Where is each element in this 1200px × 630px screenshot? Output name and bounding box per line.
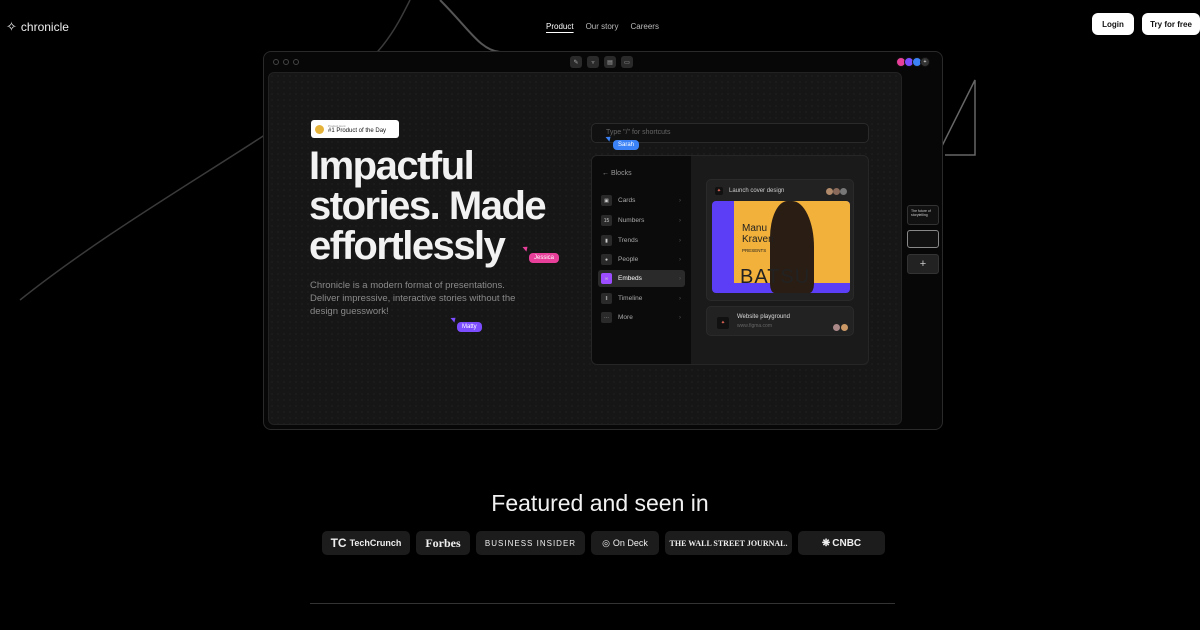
person-icon: ● — [601, 254, 612, 265]
cursor-label-jessica: Jessica — [529, 253, 560, 263]
poster-title: BATSU — [740, 266, 811, 288]
window-controls — [273, 59, 299, 65]
figma-icon: ✦ — [715, 187, 723, 195]
try-for-free-button[interactable]: Try for free — [1142, 13, 1200, 35]
slide-thumbnail[interactable]: The future of storytelling — [907, 205, 939, 225]
divider — [310, 603, 895, 604]
logo-text: chronicle — [20, 20, 69, 34]
chevron-right-icon: › — [679, 217, 681, 224]
chevron-right-icon: › — [679, 256, 681, 263]
embed-card-website[interactable]: ✦ Website playground www.figma.com — [706, 306, 854, 336]
main-nav: Product Our story Careers — [546, 22, 659, 31]
nav-link-product[interactable]: Product — [546, 22, 574, 31]
card-title: Launch cover design — [729, 188, 785, 194]
hero-headline: Impactful stories. Made effortlessly — [309, 146, 569, 266]
slide-thumbnail-active[interactable] — [907, 230, 939, 248]
headline-line-2: stories. Made — [309, 184, 547, 228]
logo-wall-street-journal[interactable]: THE WALL STREET JOURNAL. — [665, 531, 792, 555]
bar-chart-icon: ▮ — [601, 235, 612, 246]
block-item-numbers[interactable]: 15 Numbers › — [598, 212, 685, 229]
avatar — [840, 188, 847, 195]
block-item-cards[interactable]: ▣ Cards › — [598, 192, 685, 209]
avatar — [833, 188, 840, 195]
logo[interactable]: ✧ chronicle — [6, 19, 69, 35]
blocks-menu: ← Blocks ▣ Cards › 15 Numbers › ▮ Trends › ● Pe… — [592, 156, 691, 364]
logo-techcrunch[interactable]: TC TechCrunch — [322, 531, 410, 555]
layers-icon[interactable]: ▤ — [604, 56, 616, 68]
avatar — [841, 324, 848, 331]
cursor-label-sarah: Sarah — [613, 140, 640, 150]
block-item-more[interactable]: ⋯ More › — [598, 309, 685, 326]
cursor-label-matty: Matty — [457, 322, 482, 332]
card-title: Website playground — [737, 314, 790, 320]
logo-on-deck[interactable]: ◎ On Deck — [591, 531, 659, 555]
sparkle-icon: ✧ — [6, 19, 17, 34]
timeline-icon: ‖ — [601, 293, 612, 304]
chevron-right-icon: › — [679, 275, 681, 282]
block-item-people[interactable]: ● People › — [598, 251, 685, 268]
slide-canvas: Product Hunt #1 Product of the Day Impac… — [268, 72, 902, 425]
preview-icon[interactable]: ▭ — [621, 56, 633, 68]
poster-presents: PRESENTS — [742, 248, 767, 253]
filter-icon[interactable]: ▿ — [587, 56, 599, 68]
more-icon: ⋯ — [601, 312, 612, 323]
headline-line-1: Impactful — [309, 144, 475, 188]
chevron-right-icon: › — [679, 295, 681, 302]
nav-link-careers[interactable]: Careers — [630, 22, 658, 31]
press-logos: TC TechCrunch Forbes BUSINESS INSIDER ◎ On… — [322, 531, 885, 555]
avatar — [833, 324, 840, 331]
poster-image: Manu Kraven PRESENTS BATSU — [712, 201, 850, 293]
nav-link-our-story[interactable]: Our story — [586, 22, 619, 31]
toolbar: ✎ ▿ ▤ ▭ — [570, 56, 633, 68]
numbers-icon: 15 — [601, 215, 612, 226]
command-placeholder: Type "/" for shortcuts — [606, 129, 671, 136]
logo-forbes[interactable]: Forbes — [416, 531, 470, 555]
logo-business-insider[interactable]: BUSINESS INSIDER — [476, 531, 585, 555]
cards-icon: ▣ — [601, 195, 612, 206]
embed-card-figma[interactable]: ✦ Launch cover design Manu Kraven PRESENT… — [706, 179, 854, 301]
blocks-header[interactable]: ← Blocks — [602, 170, 632, 177]
add-collaborator-icon[interactable]: + — [920, 57, 930, 67]
avatar — [826, 188, 833, 195]
poster-name: Manu Kraven — [742, 223, 774, 245]
blocks-panel: ← Blocks ▣ Cards › 15 Numbers › ▮ Trends › ● Pe… — [591, 155, 869, 365]
slide-thumbnail-title: The future of storytelling — [911, 209, 931, 217]
chevron-right-icon: › — [679, 314, 681, 321]
badge-title: #1 Product of the Day — [328, 127, 387, 134]
product-hunt-badge[interactable]: Product Hunt #1 Product of the Day — [311, 120, 399, 138]
medal-icon — [315, 124, 324, 134]
collaborator-avatars: + — [896, 57, 930, 67]
block-item-embeds[interactable]: ∞ Embeds › — [598, 270, 685, 287]
card-url: www.figma.com — [737, 323, 773, 329]
chevron-right-icon: › — [679, 237, 681, 244]
block-item-timeline[interactable]: ‖ Timeline › — [598, 290, 685, 307]
hero-description: Chronicle is a modern format of presenta… — [310, 280, 516, 317]
chevron-right-icon: › — [679, 197, 681, 204]
app-preview-window: ✎ ▿ ▤ ▭ + Product Hunt #1 Product of the… — [263, 51, 943, 430]
logo-cnbc[interactable]: ❋ CNBC — [798, 531, 885, 555]
pen-icon[interactable]: ✎ — [570, 56, 582, 68]
block-item-trends[interactable]: ▮ Trends › — [598, 232, 685, 249]
figma-icon: ✦ — [717, 317, 729, 329]
login-button[interactable]: Login — [1092, 13, 1134, 35]
link-icon: ∞ — [601, 273, 612, 284]
featured-heading: Featured and seen in — [491, 490, 709, 516]
add-slide-button[interactable]: + — [907, 254, 939, 274]
